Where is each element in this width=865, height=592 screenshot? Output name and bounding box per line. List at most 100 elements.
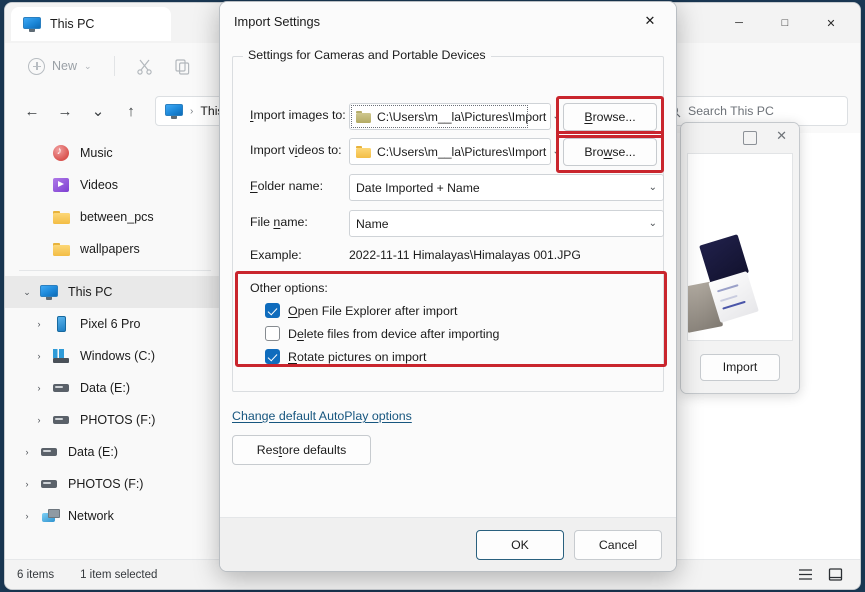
- chevron-down-icon: ⌄: [92, 102, 105, 120]
- sidebar-item-this-pc[interactable]: ⌄ This PC: [5, 276, 221, 308]
- chevron-right-icon[interactable]: ›: [27, 415, 51, 425]
- chevron-right-icon[interactable]: ›: [27, 319, 51, 329]
- sidebar-item-label: Windows (C:): [80, 349, 155, 363]
- forward-button[interactable]: →: [50, 96, 80, 126]
- folder-name-combobox[interactable]: Date Imported + Name ⌄: [349, 174, 664, 201]
- up-icon: ↑: [127, 103, 135, 120]
- sidebar-item-between-pcs[interactable]: between_pcs: [5, 201, 221, 233]
- cancel-button-label: Cancel: [599, 538, 637, 552]
- sidebar-item-videos[interactable]: Videos: [5, 169, 221, 201]
- sidebar-item-data-e[interactable]: › Data (E:): [5, 436, 221, 468]
- import-button[interactable]: Import: [700, 354, 780, 381]
- large-icons-view-button[interactable]: [822, 564, 848, 586]
- status-item-count: 6 items: [17, 569, 54, 581]
- explorer-tab-this-pc[interactable]: This PC: [11, 7, 171, 41]
- up-button[interactable]: ↑: [116, 96, 146, 126]
- folder-icon: [356, 145, 371, 158]
- photo-thumbnail: [687, 236, 774, 335]
- checkbox-rotate-pictures[interactable]: Rotate pictures on import: [265, 349, 426, 364]
- navigation-pane[interactable]: Music Videos between_pcs wallpapers ⌄: [5, 133, 221, 559]
- checkbox-label: Delete files from device after importing: [288, 327, 499, 341]
- chevron-down-icon[interactable]: ⌄: [643, 218, 657, 229]
- drive-icon: [39, 443, 59, 461]
- sidebar-item-data-e-child[interactable]: › Data (E:): [5, 372, 221, 404]
- search-placeholder: Search This PC: [688, 104, 774, 118]
- window-minimize-button[interactable]: ─: [716, 3, 762, 43]
- checkbox-open-file-explorer[interactable]: Open File Explorer after import: [265, 303, 457, 318]
- checkbox-indicator[interactable]: [265, 326, 280, 341]
- settings-group-box: Settings for Cameras and Portable Device…: [232, 56, 664, 392]
- cancel-button[interactable]: Cancel: [574, 530, 662, 560]
- chevron-right-icon[interactable]: ›: [15, 479, 39, 489]
- window-close-button[interactable]: ✕: [808, 3, 854, 43]
- chevron-right-icon[interactable]: ›: [27, 351, 51, 361]
- browse-images-button[interactable]: Browse...: [563, 103, 657, 131]
- sidebar-item-photos-f-child[interactable]: › PHOTOS (F:): [5, 404, 221, 436]
- ok-button[interactable]: OK: [476, 530, 564, 560]
- settings-body: Settings for Cameras and Portable Device…: [220, 40, 676, 517]
- sidebar-item-network[interactable]: › Network: [5, 500, 221, 532]
- chevron-down-icon[interactable]: ⌄: [15, 287, 39, 298]
- breadcrumb-separator: ›: [190, 106, 193, 117]
- sidebar-item-label: between_pcs: [80, 210, 154, 224]
- chevron-down-icon: ⌄: [84, 61, 92, 72]
- details-view-icon: [798, 568, 813, 581]
- back-button[interactable]: ←: [17, 96, 47, 126]
- copy-icon: [174, 58, 191, 75]
- settings-footer: OK Cancel: [220, 517, 676, 571]
- toolbar-divider: [114, 56, 115, 76]
- dialog-title: Import Settings: [234, 14, 320, 29]
- change-autoplay-options-link[interactable]: Change default AutoPlay options: [232, 409, 412, 423]
- cut-button[interactable]: [128, 51, 162, 81]
- plus-icon: [28, 58, 45, 75]
- chevron-right-icon[interactable]: ›: [15, 511, 39, 521]
- details-view-button[interactable]: [792, 564, 818, 586]
- sidebar-item-label: This PC: [68, 285, 112, 299]
- recent-locations-button[interactable]: ⌄: [83, 96, 113, 126]
- browse-videos-button[interactable]: Browse...: [563, 138, 657, 166]
- new-button[interactable]: New ⌄: [19, 51, 101, 81]
- copy-button[interactable]: [166, 51, 200, 81]
- window-maximize-button[interactable]: □: [762, 3, 808, 43]
- restore-defaults-button[interactable]: Restore defaults: [232, 435, 371, 465]
- drive-icon: [51, 379, 71, 397]
- checkbox-delete-files[interactable]: Delete files from device after importing: [265, 326, 499, 341]
- explorer-tab-label: This PC: [50, 17, 94, 31]
- chevron-down-icon[interactable]: ⌄: [643, 182, 657, 193]
- dialog-close-button[interactable]: ✕: [628, 4, 672, 38]
- maximize-icon: □: [782, 17, 789, 29]
- sidebar-item-wallpapers[interactable]: wallpapers: [5, 233, 221, 265]
- sidebar-item-music[interactable]: Music: [5, 137, 221, 169]
- ok-button-label: OK: [511, 538, 529, 552]
- chevron-down-icon[interactable]: ⌄: [546, 146, 560, 157]
- file-name-combobox[interactable]: Name ⌄: [349, 210, 664, 237]
- chevron-right-icon[interactable]: ›: [27, 383, 51, 393]
- chevron-down-icon[interactable]: ⌄: [546, 111, 560, 122]
- close-icon: ✕: [645, 13, 656, 29]
- checkbox-label: Open File Explorer after import: [288, 304, 457, 318]
- browse-videos-label: Browse...: [584, 145, 635, 159]
- folder-icon: [356, 110, 371, 123]
- network-icon: [39, 507, 59, 525]
- close-icon[interactable]: ✕: [776, 128, 787, 144]
- checkbox-indicator[interactable]: [265, 349, 280, 364]
- view-toggle-group: [792, 564, 848, 586]
- sidebar-item-label: wallpapers: [80, 242, 140, 256]
- chevron-right-icon[interactable]: ›: [15, 447, 39, 457]
- example-value: 2022-11-11 Himalayas\Himalayas 001.JPG: [349, 248, 581, 262]
- settings-titlebar: Import Settings ✕: [220, 2, 676, 40]
- close-icon: ✕: [826, 17, 835, 30]
- import-videos-combobox[interactable]: C:\Users\m__la\Pictures\Import ⌄: [349, 138, 551, 165]
- import-images-combobox[interactable]: C:\Users\m__la\Pictures\Import ⌄: [349, 103, 551, 130]
- folder-icon: [51, 208, 71, 226]
- folder-name-value: Date Imported + Name: [356, 181, 480, 195]
- maximize-icon[interactable]: [743, 131, 757, 145]
- import-images-label: Import images to:: [250, 108, 346, 122]
- folder-icon: [51, 240, 71, 258]
- sidebar-item-photos-f[interactable]: › PHOTOS (F:): [5, 468, 221, 500]
- sidebar-item-windows-c[interactable]: › Windows (C:): [5, 340, 221, 372]
- import-dialog-preview: [687, 153, 793, 341]
- sidebar-item-pixel-6-pro[interactable]: › Pixel 6 Pro: [5, 308, 221, 340]
- checkbox-indicator[interactable]: [265, 303, 280, 318]
- import-videos-label: Import videos to:: [250, 143, 342, 157]
